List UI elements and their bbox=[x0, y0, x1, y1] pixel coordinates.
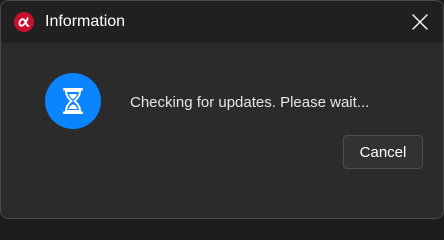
cancel-button[interactable]: Cancel bbox=[343, 135, 423, 169]
hourglass-icon bbox=[45, 73, 101, 129]
information-dialog: Information Checking for updates. Please… bbox=[0, 0, 444, 219]
title-bar: Information bbox=[1, 1, 443, 43]
dialog-body: Checking for updates. Please wait... bbox=[1, 43, 443, 218]
alpha-logo-icon bbox=[14, 12, 34, 32]
close-button[interactable] bbox=[397, 1, 443, 43]
status-message: Checking for updates. Please wait... bbox=[130, 94, 370, 111]
dialog-title: Information bbox=[45, 13, 126, 30]
close-icon bbox=[412, 14, 428, 30]
